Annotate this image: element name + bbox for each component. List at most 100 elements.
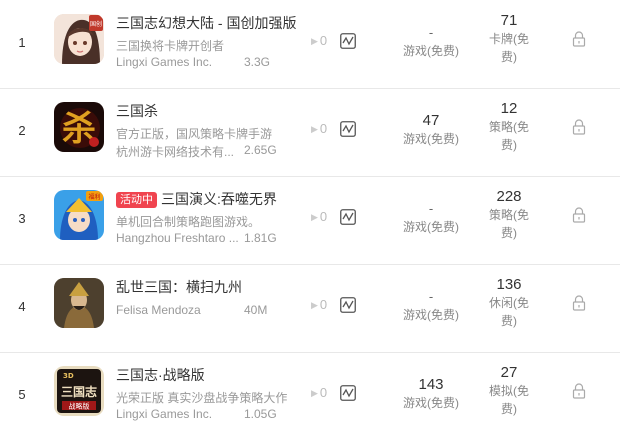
rank-change-value: 0	[319, 33, 328, 48]
app-developer: Lingxi Games Inc.	[116, 407, 213, 421]
rank-change-value: 0	[319, 297, 328, 312]
category-label-line1: 休闲(免	[489, 296, 529, 310]
app-title[interactable]: 三国志幻想大陆 - 国创加强版	[116, 15, 296, 31]
trend-chart-icon[interactable]	[340, 121, 356, 137]
app-developer: Hangzhou Freshtaro ...	[116, 231, 239, 245]
category-label-line1: 策略(免	[489, 120, 529, 134]
free-games-rank: - 游戏(免费)	[396, 200, 466, 236]
free-rank-label: 游戏(免费)	[403, 132, 459, 146]
app-row-2[interactable]: 2 杀 三国杀 官方正版，国风策略卡牌手游 杭州游卡网络技术有... 2.65G…	[0, 88, 620, 177]
free-rank-value: -	[428, 201, 434, 216]
free-games-rank: 47 游戏(免费)	[396, 112, 466, 148]
app-row-1[interactable]: 1 国创 三国志幻想大陆 - 国创加强版 三国换将卡牌开创者 Lingxi Ga…	[0, 0, 620, 89]
icon-corner-label: 国创	[90, 20, 102, 28]
category-rank: 12 策略(免 费)	[480, 100, 538, 154]
category-rank-value: 12	[500, 100, 518, 117]
category-label-line2: 费)	[501, 314, 517, 328]
free-rank-value: -	[428, 289, 434, 304]
app-developer: Lingxi Games Inc.	[116, 55, 213, 69]
app-size: 1.81G	[244, 231, 277, 245]
category-label-line2: 费)	[501, 138, 517, 152]
app-title-line[interactable]: 三国志幻想大陆 - 国创加强版	[116, 13, 296, 33]
category-rank-value: 27	[500, 364, 518, 381]
icon-main-label: 三国志	[61, 384, 97, 399]
app-title-line[interactable]: 三国杀	[116, 101, 158, 121]
app-title[interactable]: 三国杀	[116, 103, 158, 119]
app-title-line[interactable]: 活动中 三国演义:吞噬无界	[116, 189, 277, 209]
lock-icon[interactable]	[572, 383, 586, 399]
free-rank-label: 游戏(免费)	[403, 220, 459, 234]
free-rank-value: 143	[418, 376, 444, 393]
app-subtitle: 单机回合制策略跑图游戏。	[116, 215, 261, 229]
rank-change: ▶ 0	[311, 385, 327, 400]
lock-icon[interactable]	[572, 207, 586, 223]
free-rank-label: 游戏(免费)	[403, 44, 459, 58]
app-subtitle: 光荣正版 真实沙盘战争策略大作	[116, 391, 288, 405]
app-title-line[interactable]: 乱世三国：横扫九州	[116, 277, 242, 297]
category-rank-value: 71	[500, 12, 518, 29]
app-developer: 杭州游卡网络技术有...	[116, 145, 235, 159]
caret-right-icon: ▶	[311, 300, 318, 310]
rank-number: 3	[18, 211, 26, 226]
caret-right-icon: ▶	[311, 212, 318, 222]
icon-corner-label: 福利	[88, 193, 100, 201]
rank-change: ▶ 0	[311, 209, 327, 224]
app-title-line[interactable]: 三国志·战略版	[116, 365, 205, 385]
free-games-rank: - 游戏(免费)	[396, 288, 466, 324]
category-label-line1: 模拟(免	[489, 384, 529, 398]
category-rank: 27 模拟(免 费)	[480, 364, 538, 418]
rank-number: 5	[18, 387, 26, 402]
app-developer: Felisa Mendoza	[116, 303, 201, 317]
trend-chart-icon[interactable]	[340, 33, 356, 49]
rank-change-value: 0	[319, 209, 328, 224]
app-size: 2.65G	[244, 143, 277, 157]
app-size: 40M	[244, 303, 268, 317]
category-label-line2: 费)	[501, 50, 517, 64]
rank-change: ▶ 0	[311, 297, 327, 312]
anime-girl-app-icon[interactable]: 国创	[54, 14, 104, 64]
rank-number: 2	[18, 123, 26, 138]
lock-icon[interactable]	[572, 295, 586, 311]
cartoon-hero-app-icon[interactable]: 福利	[54, 190, 104, 240]
category-rank-value: 136	[496, 276, 522, 293]
icon-top-label: 3D	[63, 372, 74, 380]
trend-chart-icon[interactable]	[340, 209, 356, 225]
category-label-line1: 策略(免	[489, 208, 529, 222]
caret-right-icon: ▶	[311, 388, 318, 398]
category-rank: 228 策略(免 费)	[480, 188, 538, 242]
lock-icon[interactable]	[572, 31, 586, 47]
lock-icon[interactable]	[572, 119, 586, 135]
rank-change: ▶ 0	[311, 121, 327, 136]
free-rank-label: 游戏(免费)	[403, 308, 459, 322]
app-row-5[interactable]: 5 3D 三国志 战略版 三国志·战略版 光荣正版 真实沙盘战争策略大作 Lin…	[0, 352, 620, 433]
app-title[interactable]: 三国演义:吞噬无界	[161, 191, 277, 207]
icon-bottom-label: 战略版	[69, 402, 90, 411]
rank-number: 4	[18, 299, 26, 314]
app-ranking-list: 1 国创 三国志幻想大陆 - 国创加强版 三国换将卡牌开创者 Lingxi Ga…	[0, 0, 620, 433]
app-row-4[interactable]: 4 乱世三国：横扫九州 Felisa Mendoza 40M ▶ 0 - 游戏(免…	[0, 264, 620, 353]
free-rank-value: 47	[422, 112, 440, 129]
app-title[interactable]: 乱世三国：横扫九州	[116, 279, 242, 295]
trend-chart-icon[interactable]	[340, 385, 356, 401]
category-label-line2: 费)	[501, 226, 517, 240]
rank-change-value: 0	[319, 385, 328, 400]
warrior-portrait-app-icon[interactable]	[54, 278, 104, 328]
free-rank-value: -	[428, 25, 434, 40]
rank-number: 1	[18, 35, 26, 50]
sanguosha-app-icon[interactable]: 杀	[54, 102, 104, 152]
caret-right-icon: ▶	[311, 124, 318, 134]
app-size: 1.05G	[244, 407, 277, 421]
app-size: 3.3G	[244, 55, 271, 69]
category-rank: 71 卡牌(免 费)	[480, 12, 538, 66]
sanguozhi-strategy-app-icon[interactable]: 3D 三国志 战略版	[54, 366, 104, 416]
category-rank: 136 休闲(免 费)	[480, 276, 538, 330]
category-rank-value: 228	[496, 188, 522, 205]
app-row-3[interactable]: 3 福利 活动中 三国演义:吞噬无界 单机回合制策略跑图游戏。 Hangzhou …	[0, 176, 620, 265]
app-title[interactable]: 三国志·战略版	[116, 367, 205, 383]
event-badge: 活动中	[116, 192, 157, 208]
category-label-line2: 费)	[501, 402, 517, 416]
rank-change-value: 0	[319, 121, 328, 136]
app-subtitle: 官方正版，国风策略卡牌手游	[116, 127, 273, 141]
trend-chart-icon[interactable]	[340, 297, 356, 313]
caret-right-icon: ▶	[311, 36, 318, 46]
